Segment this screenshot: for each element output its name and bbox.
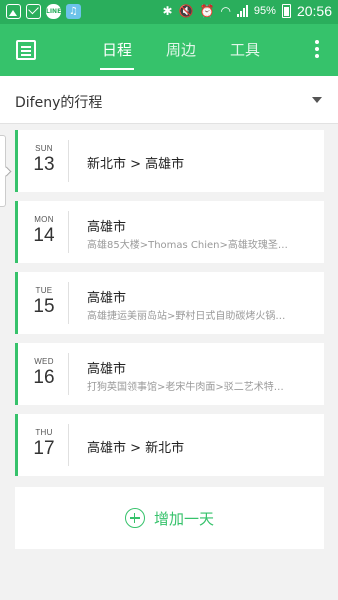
mail-icon: [26, 4, 41, 19]
divider: [68, 282, 69, 324]
day-weekday: WED: [34, 357, 54, 366]
day-itinerary: 高雄85大楼>Thomas Chien>高雄玫瑰圣…: [87, 240, 288, 251]
day-list: SUN 13 新北市 > 高雄市 MON 14 高雄市 高雄85大楼>Thoma…: [15, 130, 324, 485]
day-date: THU 17: [18, 414, 70, 476]
tab-nearby[interactable]: 周边: [160, 24, 202, 76]
mute-icon: 🔇: [178, 4, 194, 18]
side-drawer-handle[interactable]: [0, 135, 6, 207]
day-number: 15: [33, 296, 55, 317]
day-title: 高雄市 > 新北市: [87, 441, 185, 456]
day-card[interactable]: WED 16 高雄市 打狗英国领事馆>老宋牛肉面>驳二艺术特…: [15, 343, 324, 405]
tab-schedule[interactable]: 日程: [96, 24, 138, 76]
gallery-icon: [6, 4, 21, 19]
day-card[interactable]: MON 14 高雄市 高雄85大楼>Thomas Chien>高雄玫瑰圣…: [15, 201, 324, 263]
trip-selector[interactable]: Difeny的行程: [0, 76, 338, 124]
divider: [68, 140, 69, 182]
system-icons: ✱ 🔇 ⏰ ◠ 95% 20:56: [162, 3, 332, 19]
day-card[interactable]: THU 17 高雄市 > 新北市: [15, 414, 324, 476]
battery-percent: 95%: [253, 5, 276, 17]
day-itinerary: 打狗英国领事馆>老宋牛肉面>驳二艺术特…: [87, 382, 284, 393]
wifi-icon: ◠: [220, 4, 231, 18]
day-card[interactable]: SUN 13 新北市 > 高雄市: [15, 130, 324, 192]
tab-bar: 日程 周边 工具: [96, 24, 266, 76]
day-number: 17: [33, 438, 55, 459]
menu-icon[interactable]: [16, 40, 36, 60]
day-title: 高雄市: [87, 362, 127, 377]
trip-title: Difeny的行程: [15, 95, 103, 111]
clock: 20:56: [296, 3, 332, 19]
more-options-icon[interactable]: [314, 40, 320, 60]
tab-tools[interactable]: 工具: [224, 24, 266, 76]
app-bar: 日程 周边 工具: [0, 24, 338, 76]
day-date: SUN 13: [18, 130, 70, 192]
divider: [68, 424, 69, 466]
plus-circle-icon: [124, 508, 145, 528]
day-card[interactable]: TUE 15 高雄市 高雄捷运美丽岛站>野村日式自助碳烤火锅…: [15, 272, 324, 334]
music-icon: ♫: [66, 4, 81, 19]
day-title: 高雄市: [87, 291, 127, 306]
add-day-button[interactable]: 增加一天: [15, 487, 324, 549]
bluetooth-icon: ✱: [162, 4, 173, 18]
divider: [68, 211, 69, 253]
signal-icon: [236, 5, 248, 17]
day-number: 16: [33, 367, 55, 388]
day-date: WED 16: [18, 343, 70, 405]
dropdown-caret-icon: [312, 97, 322, 103]
day-date: TUE 15: [18, 272, 70, 334]
status-bar: LINE ♫ ✱ 🔇 ⏰ ◠ 95% 20:56: [0, 0, 338, 24]
day-weekday: SUN: [35, 144, 53, 153]
day-weekday: MON: [34, 215, 54, 224]
day-weekday: TUE: [35, 286, 53, 295]
add-day-label: 增加一天: [153, 509, 214, 528]
line-app-icon: LINE: [46, 4, 61, 19]
day-itinerary: 高雄捷运美丽岛站>野村日式自助碳烤火锅…: [87, 311, 286, 322]
day-date: MON 14: [18, 201, 70, 263]
day-title: 高雄市: [87, 220, 127, 235]
day-number: 14: [33, 225, 55, 246]
alarm-icon: ⏰: [199, 4, 215, 18]
day-weekday: THU: [35, 428, 53, 437]
day-title: 新北市 > 高雄市: [87, 157, 185, 172]
divider: [68, 353, 69, 395]
notification-icons: LINE ♫: [6, 4, 81, 19]
day-number: 13: [33, 154, 55, 175]
battery-icon: [281, 4, 291, 18]
